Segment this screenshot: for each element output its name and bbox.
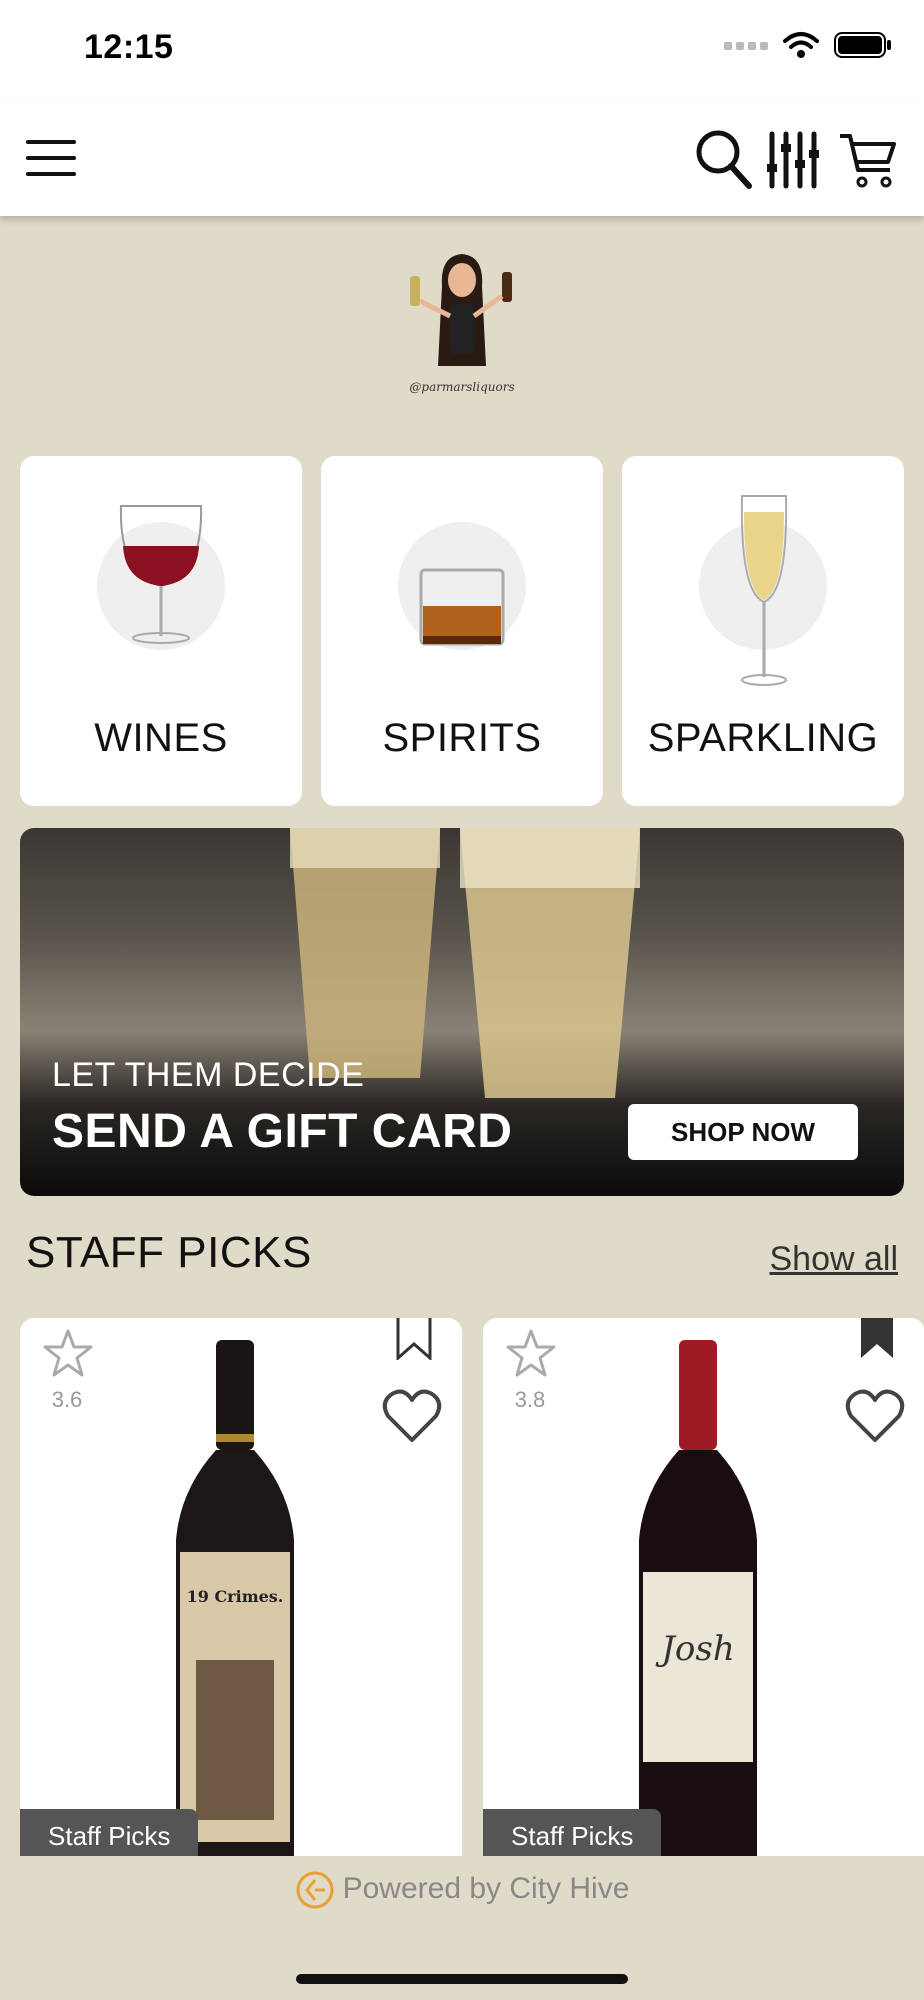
bookmark-icon[interactable] <box>396 1318 432 1360</box>
star-icon <box>506 1329 556 1377</box>
star-icon <box>43 1329 93 1377</box>
rating-value: 3.8 <box>514 1387 546 1412</box>
battery-icon <box>834 32 891 58</box>
category-sparkling[interactable]: SPARKLING <box>622 456 904 806</box>
menu-icon[interactable] <box>26 140 76 180</box>
cart-icon[interactable] <box>838 132 898 190</box>
product-rating: 3.6 <box>42 1328 93 1413</box>
shop-now-button[interactable]: SHOP NOW <box>628 1104 858 1160</box>
home-indicator[interactable] <box>296 1974 628 1984</box>
bookmark-filled-icon[interactable] <box>859 1318 895 1360</box>
banner-subtitle: LET THEM DECIDE <box>52 1056 365 1094</box>
champagne-flute-icon <box>740 495 788 686</box>
signal-icon <box>724 42 768 50</box>
category-wines[interactable]: WINES <box>20 456 302 806</box>
wine-glass-icon <box>119 505 203 644</box>
wine-bottle-image: 19 Crimes. <box>176 1340 294 1858</box>
search-icon[interactable] <box>694 128 754 192</box>
store-handle: @parmarsliquors <box>409 380 515 394</box>
store-mascot-image <box>410 254 512 366</box>
powered-by-text: Powered by City Hive <box>342 1871 630 1905</box>
product-card[interactable]: 3.8 Josh Staff Picks <box>483 1318 924 1858</box>
bottle-label-text: 19 Crimes. <box>187 1587 284 1606</box>
category-spirits[interactable]: SPIRITS <box>321 456 603 806</box>
powered-by[interactable]: Powered by City Hive <box>0 1870 924 1910</box>
status-time: 12:15 <box>84 28 174 66</box>
banner-title: SEND A GIFT CARD <box>52 1105 513 1158</box>
footer: Powered by City Hive <box>0 1856 924 2000</box>
status-icons <box>724 30 892 60</box>
city-hive-logo-icon <box>296 1871 334 1909</box>
category-label: SPIRITS <box>382 716 542 760</box>
staff-picks-tag: Staff Picks <box>20 1809 199 1858</box>
wifi-icon <box>783 32 819 58</box>
top-navigation-bar <box>0 100 924 216</box>
bottle-label-text: Josh <box>655 1629 734 1669</box>
gift-card-banner[interactable]: LET THEM DECIDE SEND A GIFT CARD SHOP NO… <box>20 828 904 1196</box>
status-bar: 12:15 <box>0 0 924 100</box>
section-title: STAFF PICKS <box>26 1228 312 1277</box>
heart-icon[interactable] <box>382 1388 442 1444</box>
category-label: SPARKLING <box>647 716 879 760</box>
staff-picks-tag: Staff Picks <box>483 1809 662 1858</box>
whiskey-glass-icon <box>419 568 505 646</box>
product-card[interactable]: 3.6 19 Crimes. Staff Picks <box>20 1318 462 1858</box>
rating-value: 3.6 <box>51 1387 83 1412</box>
heart-icon[interactable] <box>845 1388 905 1444</box>
store-logo: @parmarsliquors <box>402 246 522 406</box>
product-rating: 3.8 <box>505 1328 556 1413</box>
category-label: WINES <box>94 716 228 760</box>
show-all-link[interactable]: Show all <box>769 1240 898 1279</box>
filter-icon[interactable] <box>764 130 820 190</box>
wine-bottle-image: Josh <box>639 1340 757 1858</box>
